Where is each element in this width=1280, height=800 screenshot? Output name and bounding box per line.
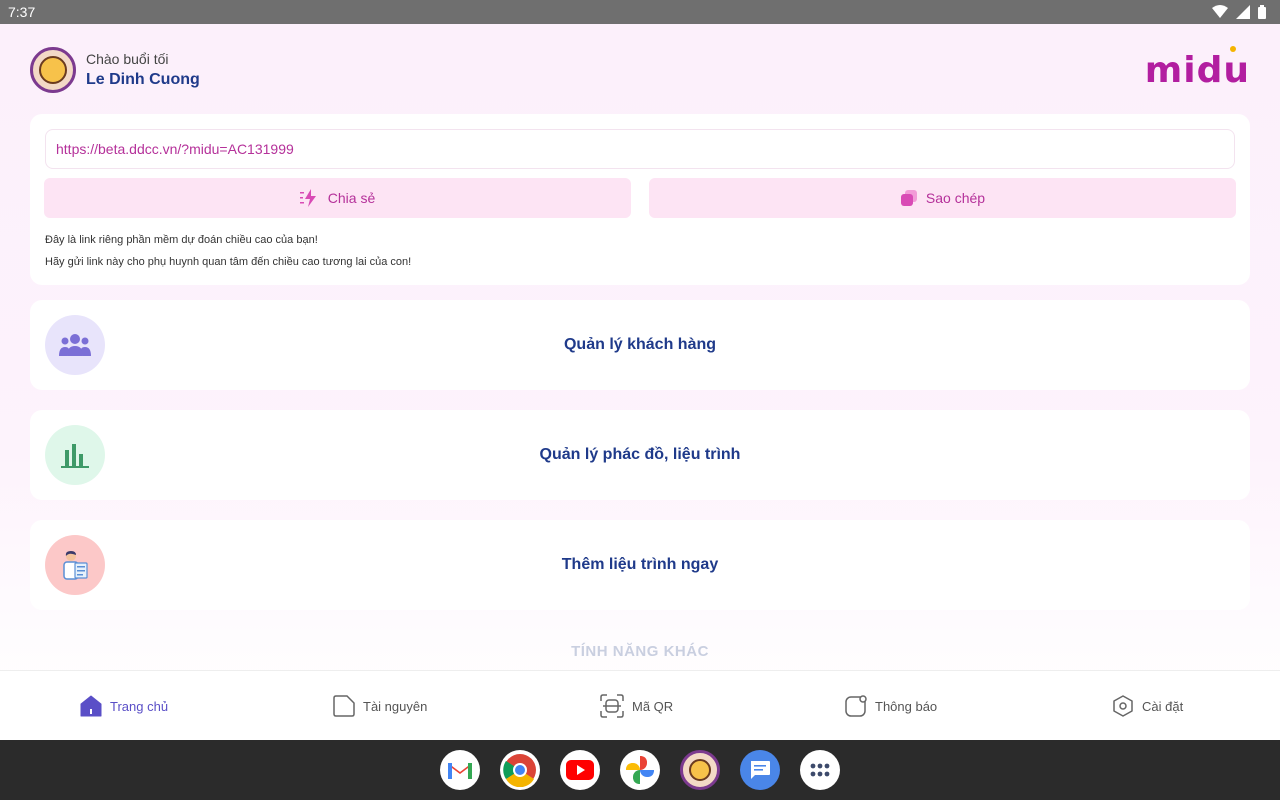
youtube-icon[interactable]: [560, 750, 600, 790]
share-flash-icon: [299, 189, 316, 207]
menu-label: Thêm liệu trình ngay: [561, 556, 719, 573]
gmail-icon[interactable]: [440, 750, 480, 790]
signal-icon: [1236, 5, 1250, 19]
menu-customer-management[interactable]: Quản lý khách hàng: [30, 300, 1250, 390]
home-icon: [80, 695, 102, 717]
midu-logo: midu: [1144, 45, 1250, 91]
logo-dot-icon: [1230, 45, 1236, 52]
avatar-mascot-icon: [39, 56, 67, 84]
bell-icon: [845, 695, 867, 717]
copy-button-label: Sao chép: [925, 190, 986, 206]
nav-qr-label: Mã QR: [632, 698, 674, 714]
link-note-1: Đây là link riêng phần mềm dự đoán chiều…: [45, 234, 318, 246]
referral-link-field[interactable]: https://beta.ddcc.vn/?midu=AC131999: [45, 129, 1235, 169]
share-button[interactable]: Chia sẻ: [44, 178, 631, 218]
bottom-navigation: Trang chủ Tài nguyên Mã QR Thông báo Cài…: [0, 670, 1280, 740]
avatar[interactable]: [30, 47, 76, 93]
nav-notifications-label: Thông báo: [875, 698, 938, 714]
status-bar: 7:37: [0, 0, 1280, 24]
user-name: Le Dinh Cuong: [86, 71, 200, 88]
battery-icon: [1258, 5, 1266, 19]
menu-label: Quản lý phác đồ, liệu trình: [539, 446, 741, 463]
app-screen: Chào buổi tối Le Dinh Cuong midu https:/…: [0, 24, 1280, 740]
status-time: 7:37: [8, 4, 36, 20]
midu-app-icon[interactable]: [680, 750, 720, 790]
referral-link-card: https://beta.ddcc.vn/?midu=AC131999 Chia…: [30, 114, 1250, 285]
nav-home[interactable]: Trang chủ: [80, 671, 168, 741]
other-features-title: TÍNH NĂNG KHÁC: [571, 643, 709, 660]
wifi-icon: [1212, 5, 1228, 18]
referral-link-text: https://beta.ddcc.vn/?midu=AC131999: [56, 141, 294, 157]
header: Chào buổi tối Le Dinh Cuong midu: [30, 45, 1250, 94]
chrome-icon[interactable]: [500, 750, 540, 790]
copy-icon: [900, 190, 917, 206]
menu-add-treatment[interactable]: Thêm liệu trình ngay: [30, 520, 1250, 610]
nav-settings-label: Cài đặt: [1142, 698, 1184, 714]
nav-resources-label: Tài nguyên: [363, 698, 428, 714]
settings-icon: [1113, 695, 1133, 717]
app-drawer-icon[interactable]: [800, 750, 840, 790]
menu-treatment-management[interactable]: Quản lý phác đồ, liệu trình: [30, 410, 1250, 500]
nav-qr[interactable]: Mã QR: [600, 671, 673, 741]
nav-home-label: Trang chủ: [110, 698, 169, 714]
menu-label: Quản lý khách hàng: [563, 336, 717, 353]
greeting-text: Chào buổi tối: [86, 51, 169, 67]
nav-resources[interactable]: Tài nguyên: [333, 671, 427, 741]
photos-icon[interactable]: [620, 750, 660, 790]
nav-settings[interactable]: Cài đặt: [1112, 671, 1183, 741]
nav-notifications[interactable]: Thông báo: [845, 671, 937, 741]
logo-text: midu: [1144, 49, 1250, 91]
folder-icon: [333, 695, 355, 717]
copy-button[interactable]: Sao chép: [649, 178, 1236, 218]
link-note-2: Hãy gửi link này cho phụ huynh quan tâm …: [45, 256, 412, 268]
qr-scan-icon: [600, 694, 624, 718]
greeting-block: Chào buổi tối Le Dinh Cuong: [86, 51, 200, 89]
os-taskbar: [0, 740, 1280, 800]
messages-icon[interactable]: [740, 750, 780, 790]
share-button-label: Chia sẻ: [327, 190, 376, 206]
status-icons: [1212, 5, 1266, 19]
